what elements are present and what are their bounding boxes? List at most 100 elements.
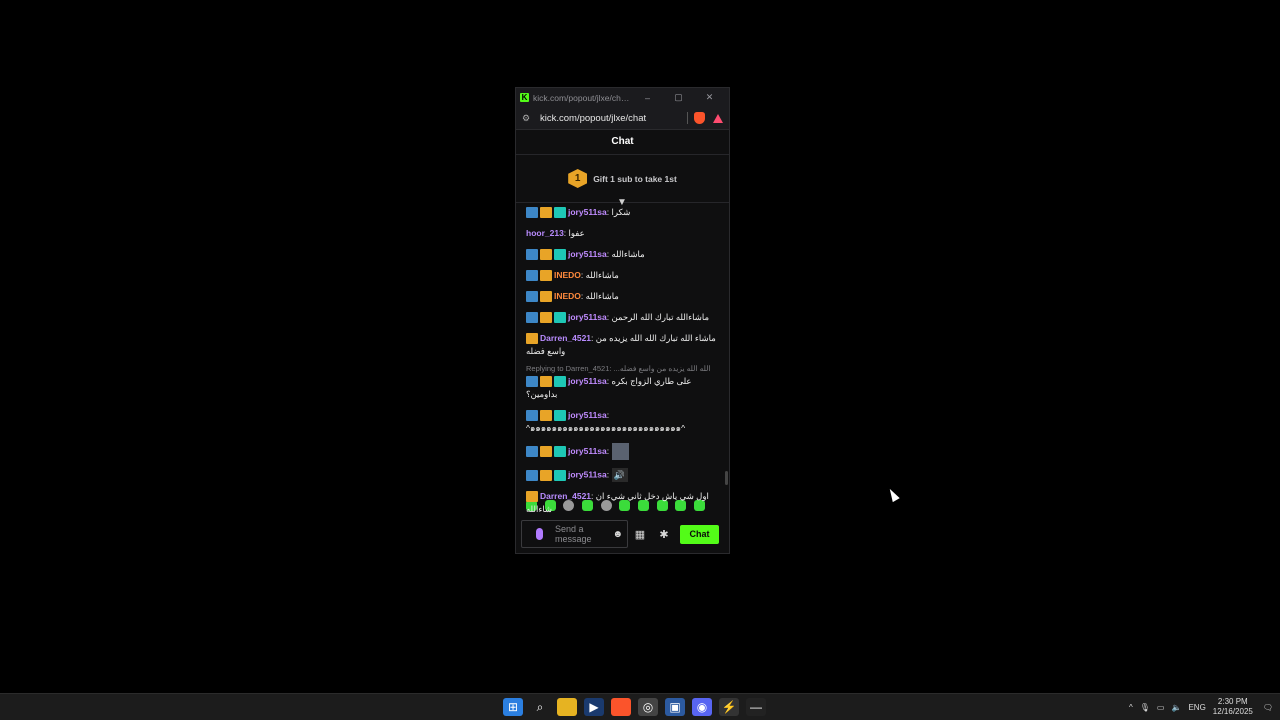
chat-input-placeholder[interactable]: Send a message <box>555 524 612 544</box>
teal-badge-icon[interactable] <box>554 376 566 388</box>
search-icon[interactable]: ⌕ <box>530 698 550 716</box>
blue-badge-icon[interactable] <box>526 249 538 261</box>
steam-icon[interactable]: ▶ <box>584 698 604 716</box>
address-bar[interactable]: ⚙ kick.com/popout/jlxe/chat <box>516 107 729 130</box>
gift-sub-banner[interactable]: 1 Gift 1 sub to take 1st <box>516 155 729 203</box>
tray-chevron-icon[interactable]: ^ <box>1129 703 1133 712</box>
chat-messages[interactable]: ▼ jory511sa: شكرا hoor_213: عفوا jory511sa… <box>516 197 729 514</box>
brave-rewards-icon[interactable] <box>713 113 723 123</box>
file-explorer-icon[interactable] <box>557 698 577 716</box>
terminal-icon[interactable]: — <box>746 698 766 716</box>
teal-badge-icon[interactable] <box>554 249 566 261</box>
chat-username[interactable]: INEDO <box>554 270 581 280</box>
gold-badge-icon[interactable] <box>540 291 552 303</box>
brave-icon[interactable] <box>611 698 631 716</box>
teal-badge-icon[interactable] <box>554 446 566 457</box>
gold-badge-icon[interactable] <box>540 410 552 422</box>
chat-username[interactable]: hoor_213 <box>526 228 564 238</box>
chat-message[interactable]: hoor_213: عفوا <box>526 227 719 240</box>
reply-context[interactable]: Replying to Darren_4521: ...الله الله يز… <box>526 364 719 373</box>
kick-chat-popup-window: K kick.com/popout/jlxe/chat - ... – ▢ ✕ … <box>515 87 730 554</box>
blue-badge-icon[interactable] <box>526 270 538 282</box>
microphone-icon[interactable] <box>536 528 543 540</box>
clock[interactable]: 2:30 PM 12/16/2025 <box>1213 697 1253 717</box>
teal-badge-icon[interactable] <box>554 410 566 422</box>
discord-icon[interactable]: ◉ <box>692 698 712 716</box>
app-icon[interactable]: ⚡ <box>719 698 739 716</box>
blue-badge-icon[interactable] <box>526 376 538 388</box>
pinned-collapse-icon[interactable]: ▼ <box>617 197 627 208</box>
chat-message-text: شكرا <box>611 207 631 217</box>
window-titlebar: K kick.com/popout/jlxe/chat - ... – ▢ ✕ <box>516 88 729 107</box>
gold-badge-icon[interactable] <box>526 491 538 503</box>
image-thumbnail[interactable] <box>611 443 629 460</box>
system-tray: ^ 🎙 ▭ 🔈 ENG 2:30 PM 12/16/2025 🗨 <box>1129 694 1280 720</box>
chat-username[interactable]: jory511sa <box>568 469 607 479</box>
window-title: kick.com/popout/jlxe/chat - ... <box>533 92 632 103</box>
chat-username[interactable]: jory511sa <box>568 376 607 386</box>
windows-start-icon[interactable]: ⊞ <box>503 698 523 716</box>
settings-app-icon[interactable]: ▣ <box>665 698 685 716</box>
notifications-icon[interactable]: 🗨 <box>1263 703 1273 712</box>
volume-icon[interactable]: 🔈 <box>1171 703 1181 712</box>
minimize-button[interactable]: – <box>632 93 663 103</box>
gold-badge-icon[interactable] <box>540 376 552 388</box>
chat-username[interactable]: INEDO <box>554 291 581 301</box>
chat-message[interactable]: jory511sa: ماشاءالله تبارك الله الرحمن <box>526 311 719 324</box>
chat-username[interactable]: jory511sa <box>568 249 607 259</box>
chat-message[interactable]: jory511sa: على طاري الزواج بكره بداومين؟ <box>526 375 719 401</box>
site-settings-icon[interactable]: ⚙ <box>522 113 532 124</box>
url-text[interactable]: kick.com/popout/jlxe/chat <box>540 113 687 124</box>
chat-message[interactable]: jory511sa: ماشاءالله <box>526 248 719 261</box>
blue-badge-icon[interactable] <box>526 207 538 219</box>
chat-message[interactable]: INEDO: ماشاءالله <box>526 290 719 303</box>
maximize-button[interactable]: ▢ <box>663 92 694 103</box>
chat-message[interactable]: INEDO: ماشاءالله <box>526 269 719 282</box>
windows-taskbar: ⊞ ⌕ ▶ ◎ ▣ ◉ ⚡ — ^ 🎙 ▭ 🔈 ENG 2:30 PM 12/16/2025 … <box>0 693 1280 720</box>
chat-username[interactable]: Darren_4521 <box>540 491 591 501</box>
teal-badge-icon[interactable] <box>554 312 566 324</box>
teal-badge-icon[interactable] <box>554 207 566 219</box>
send-chat-button[interactable]: Chat <box>680 524 719 544</box>
chat-username[interactable]: jory511sa <box>568 446 607 456</box>
emoji-picker-icon[interactable]: ☻ <box>612 529 623 540</box>
chat-message-text: ماشاءالله <box>585 291 619 301</box>
kick-favicon-icon: K <box>520 93 529 102</box>
chat-username[interactable]: Darren_4521 <box>540 333 591 343</box>
chat-message[interactable]: Darren_4521: ماشاء الله تبارك الله الله … <box>526 332 719 358</box>
gold-badge-icon[interactable] <box>526 333 538 345</box>
chat-title: Chat <box>516 130 729 155</box>
scrollbar[interactable] <box>725 471 728 485</box>
chat-username[interactable]: jory511sa <box>568 312 607 322</box>
chat-input[interactable]: Send a message ☻ <box>521 520 628 548</box>
blue-badge-icon[interactable] <box>526 312 538 324</box>
brave-shields-icon[interactable] <box>694 112 705 124</box>
gold-badge-icon[interactable] <box>540 469 552 481</box>
chat-message[interactable]: jory511sa: 🔊 <box>526 468 719 482</box>
chrome-icon[interactable]: ◎ <box>638 698 658 716</box>
store-icon[interactable]: ▦ <box>628 528 652 541</box>
gold-badge-icon[interactable] <box>540 270 552 282</box>
gold-badge-icon[interactable] <box>540 446 552 457</box>
gold-badge-icon[interactable] <box>540 207 552 219</box>
gold-badge-icon[interactable] <box>540 249 552 261</box>
chat-username[interactable]: jory511sa <box>568 207 607 217</box>
chat-message[interactable]: jory511sa: ^๑๑๑๑๑๑๑๑๑๑๑๑๑๑๑๑๑๑๑๑๑๑๑๑๑๑๑๑… <box>526 409 719 435</box>
network-icon[interactable]: ▭ <box>1157 703 1165 712</box>
chat-message[interactable]: Darren_4521: اول شي ياش دخل ثاني شيء ان … <box>526 490 719 516</box>
blue-badge-icon[interactable] <box>526 446 538 457</box>
blue-badge-icon[interactable] <box>526 469 538 481</box>
microphone-tray-icon[interactable]: 🎙 <box>1140 703 1150 712</box>
chat-message[interactable]: jory511sa: <box>526 443 719 460</box>
leaderboard-rank-icon: 1 <box>568 169 588 188</box>
chat-username[interactable]: jory511sa <box>568 410 607 420</box>
language-indicator[interactable]: ENG <box>1188 703 1205 712</box>
chat-message-text: ^๑๑๑๑๑๑๑๑๑๑๑๑๑๑๑๑๑๑๑๑๑๑๑๑๑๑๑๑^ <box>526 423 686 433</box>
teal-badge-icon[interactable] <box>554 469 566 481</box>
gold-badge-icon[interactable] <box>540 312 552 324</box>
divider <box>687 112 688 124</box>
close-button[interactable]: ✕ <box>694 92 725 103</box>
blue-badge-icon[interactable] <box>526 410 538 422</box>
settings-gear-icon[interactable]: ✱ <box>652 528 676 541</box>
blue-badge-icon[interactable] <box>526 291 538 303</box>
